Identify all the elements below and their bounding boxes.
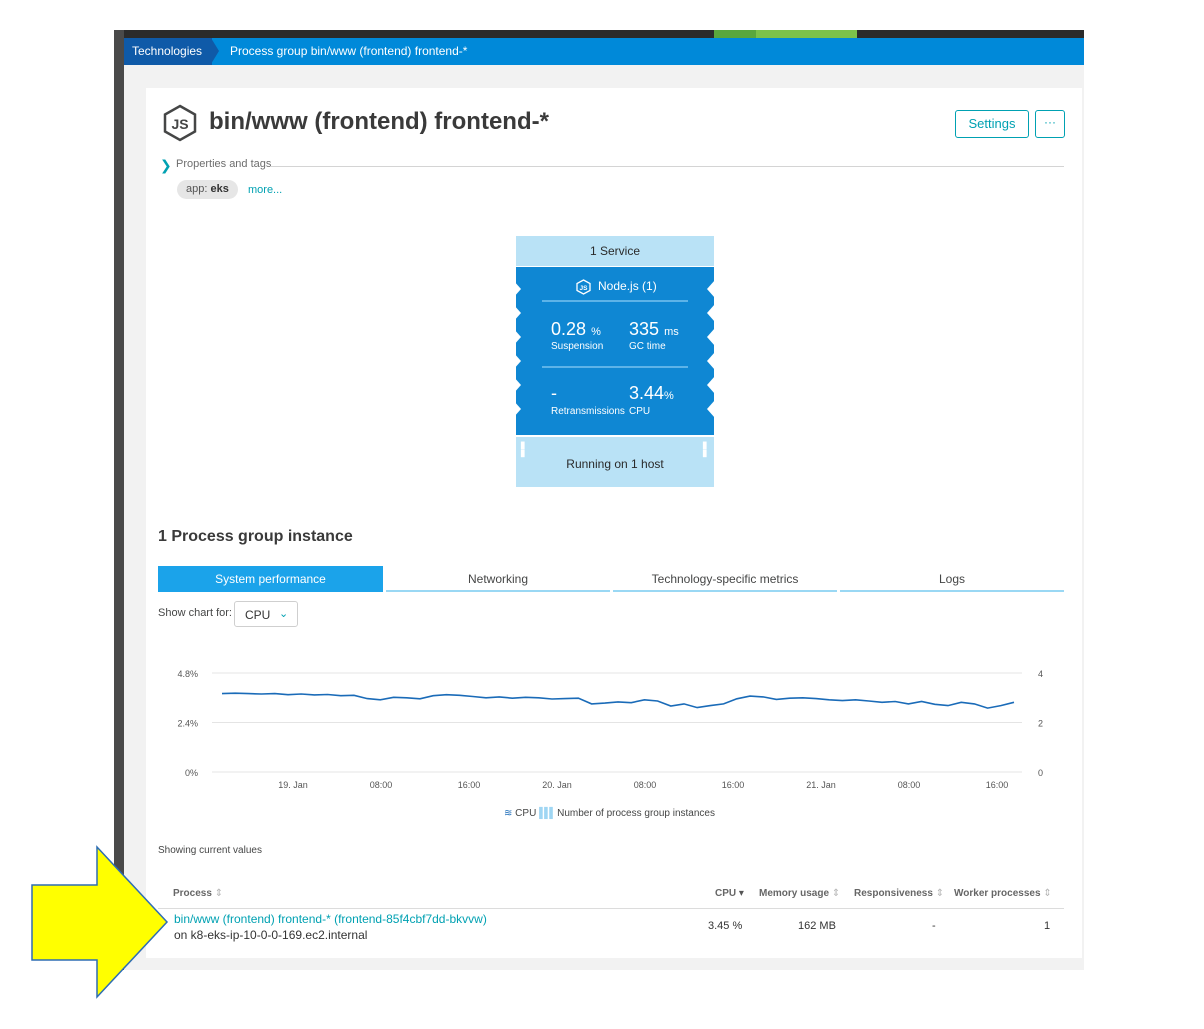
x-tick-label: 08:00 — [370, 780, 393, 790]
x-tick-label: 19. Jan — [278, 780, 308, 790]
tag-value: eks — [210, 183, 229, 195]
cpu-series-line — [221, 692, 1015, 709]
cell-workers: 1 — [1044, 920, 1051, 932]
column-header-process[interactable]: Process ⇕ — [173, 888, 223, 899]
nodejs-hex-icon: JS — [163, 104, 197, 142]
edge-notch — [513, 328, 521, 346]
process-link[interactable]: bin/www (frontend) frontend-* (frontend-… — [174, 912, 487, 926]
more-tags-link[interactable]: more... — [248, 184, 282, 196]
edge-notch — [707, 280, 715, 298]
edge-notch — [707, 328, 715, 346]
chevron-down-icon[interactable]: ⌄ — [279, 607, 288, 620]
x-tick-label: 16:00 — [722, 780, 745, 790]
edge-notch — [513, 352, 521, 370]
svg-text:JS: JS — [171, 116, 188, 132]
legend-cpu[interactable]: CPU — [515, 808, 536, 819]
section-title: 1 Process group instance — [158, 528, 353, 545]
tab-technology-metrics[interactable]: Technology-specific metrics — [613, 566, 837, 592]
y-right-tick-label: 0 — [1038, 768, 1043, 778]
cell-memory: 162 MB — [798, 920, 836, 932]
bars-series-icon: ▌▌▌ — [539, 808, 556, 819]
tab-underline — [613, 590, 837, 592]
edge-notch — [513, 280, 521, 298]
retransmissions-label: Retransmissions — [551, 406, 625, 417]
main-panel — [146, 88, 1082, 958]
edge-notch — [513, 304, 521, 322]
edge-notch — [707, 352, 715, 370]
cpu-value: 3.44% — [629, 383, 674, 403]
tab-system-performance[interactable]: System performance — [158, 566, 383, 592]
cpu-series-icon: ≋ — [504, 808, 513, 819]
edge-notch — [513, 400, 521, 418]
cpu-chart[interactable]: 4.8% 2.4% 0% 4 2 0 19. Jan 08:00 16:00 20. Jan 08:… — [150, 660, 1070, 800]
settings-button[interactable]: Settings — [955, 110, 1029, 138]
gc-time-value: 335 ms — [629, 319, 679, 339]
x-tick-label: 08:00 — [898, 780, 921, 790]
process-host: on k8-eks-ip-10-0-0-169.ec2.internal — [174, 928, 368, 942]
drag-handle-icon: ▮ ▮ — [702, 440, 708, 459]
y-right-tick-label: 2 — [1038, 719, 1043, 729]
technology-title: Node.js (1) — [598, 279, 657, 293]
tag-key: app: — [186, 183, 208, 195]
tab-logs[interactable]: Logs — [840, 566, 1064, 592]
column-header-cpu[interactable]: CPU ▾ — [715, 888, 744, 899]
x-tick-label: 08:00 — [634, 780, 657, 790]
more-actions-button[interactable]: ··· — [1035, 110, 1065, 138]
y-right-tick-label: 4 — [1038, 669, 1043, 679]
callout-arrow-icon — [31, 845, 169, 999]
x-tick-label: 16:00 — [458, 780, 481, 790]
tag-chip[interactable]: app: eks — [177, 180, 238, 199]
legend-instances[interactable]: Number of process group instances — [557, 808, 715, 819]
y-left-tick-label: 2.4% — [177, 719, 198, 729]
hosts-box[interactable]: Running on 1 host — [516, 437, 714, 487]
properties-toggle[interactable]: Properties and tags — [176, 158, 271, 170]
tab-networking[interactable]: Networking — [386, 566, 610, 592]
breadcrumb-technologies[interactable]: Technologies — [124, 38, 212, 65]
y-left-tick-label: 4.8% — [177, 669, 198, 679]
column-header-memory[interactable]: Memory usage ⇕ — [759, 888, 840, 899]
edge-notch — [707, 400, 715, 418]
top-status-strip-highlight — [756, 30, 857, 38]
column-header-workers[interactable]: Worker processes ⇕ — [954, 888, 1052, 899]
divider — [542, 366, 688, 368]
divider — [270, 166, 1064, 167]
show-chart-label: Show chart for: — [158, 607, 232, 619]
breadcrumb-separator — [211, 38, 219, 64]
suspension-value: 0.28 % — [551, 319, 601, 339]
column-header-responsiveness[interactable]: Responsiveness ⇕ — [854, 888, 944, 899]
suspension-label: Suspension — [551, 341, 604, 352]
edge-notch — [707, 376, 715, 394]
showing-current-values: Showing current values — [158, 845, 262, 856]
drag-handle-icon: ▮ ▮ — [520, 440, 526, 459]
divider — [542, 300, 688, 302]
x-tick-label: 21. Jan — [806, 780, 836, 790]
tab-underline — [386, 590, 610, 592]
tab-underline — [840, 590, 1064, 592]
window-top-strip — [124, 30, 1084, 38]
chart-legend: ≋ CPU ▌▌▌ Number of process group instan… — [504, 808, 715, 819]
window-left-frame — [114, 30, 124, 970]
chart-metric-select[interactable]: CPU — [234, 601, 298, 627]
chevron-right-icon[interactable]: ❯ — [160, 157, 172, 174]
cpu-label: CPU — [629, 406, 651, 417]
retransmissions-value: - — [551, 383, 557, 403]
x-tick-label: 16:00 — [986, 780, 1009, 790]
x-tick-label: 20. Jan — [542, 780, 572, 790]
edge-notch — [513, 376, 521, 394]
y-left-tick-label: 0% — [185, 768, 198, 778]
page-title: bin/www (frontend) frontend-* — [209, 108, 549, 135]
svg-text:JS: JS — [580, 285, 589, 292]
gc-time-label: GC time — [629, 341, 666, 352]
breadcrumb-current: Process group bin/www (frontend) fronten… — [230, 44, 468, 58]
cell-cpu: 3.45 % — [708, 920, 743, 932]
edge-notch — [707, 304, 715, 322]
nodejs-icon: JS — [576, 279, 591, 295]
services-box[interactable]: 1 Service — [516, 236, 714, 266]
cell-responsiveness: - — [932, 920, 936, 932]
divider — [158, 908, 1064, 909]
